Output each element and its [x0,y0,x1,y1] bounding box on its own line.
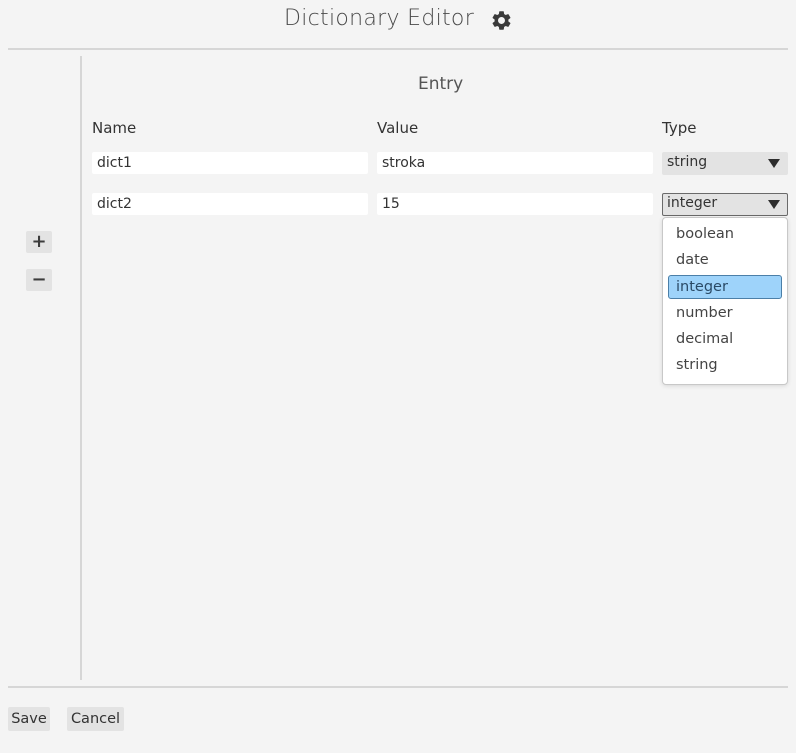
row-1-type-value: string [667,154,708,170]
plus-icon: + [31,231,47,252]
dropdown-option-boolean[interactable]: boolean [668,223,782,247]
type-dropdown-list: boolean date integer number decimal stri… [662,217,788,385]
column-header-type: Type [662,119,697,137]
row-1-name-input[interactable] [92,152,368,174]
row-2-value-input[interactable] [377,193,653,215]
row-1-type-select[interactable]: string [662,152,788,175]
triangle-down-icon [768,200,780,209]
minus-icon: − [31,269,47,290]
triangle-down-icon [768,159,780,168]
window-title: Dictionary Editor [284,6,475,31]
row-2-name-input[interactable] [92,193,368,215]
add-entry-button[interactable]: + [26,231,52,253]
row-1-value-input[interactable] [377,152,653,174]
cancel-button[interactable]: Cancel [67,707,124,731]
dropdown-option-decimal[interactable]: decimal [668,328,782,352]
dropdown-option-string[interactable]: string [668,354,782,378]
remove-entry-button[interactable]: − [26,269,52,291]
row-2-type-select[interactable]: integer [662,193,788,216]
row-2-type-value: integer [667,195,718,211]
sidebar-divider [80,56,82,680]
save-button[interactable]: Save [8,707,50,731]
column-header-name: Name [92,119,137,137]
column-header-value: Value [377,119,419,137]
dropdown-option-integer[interactable]: integer [668,275,782,299]
dropdown-option-date[interactable]: date [668,249,782,273]
bottom-divider [8,686,788,688]
title-bar: Dictionary Editor [0,0,796,44]
dropdown-option-number[interactable]: number [668,302,782,326]
dictionary-editor-window: Dictionary Editor + − Entry Name Value T… [0,0,796,753]
top-divider [8,48,788,50]
section-title: Entry [418,74,464,94]
gear-icon[interactable] [490,9,513,32]
